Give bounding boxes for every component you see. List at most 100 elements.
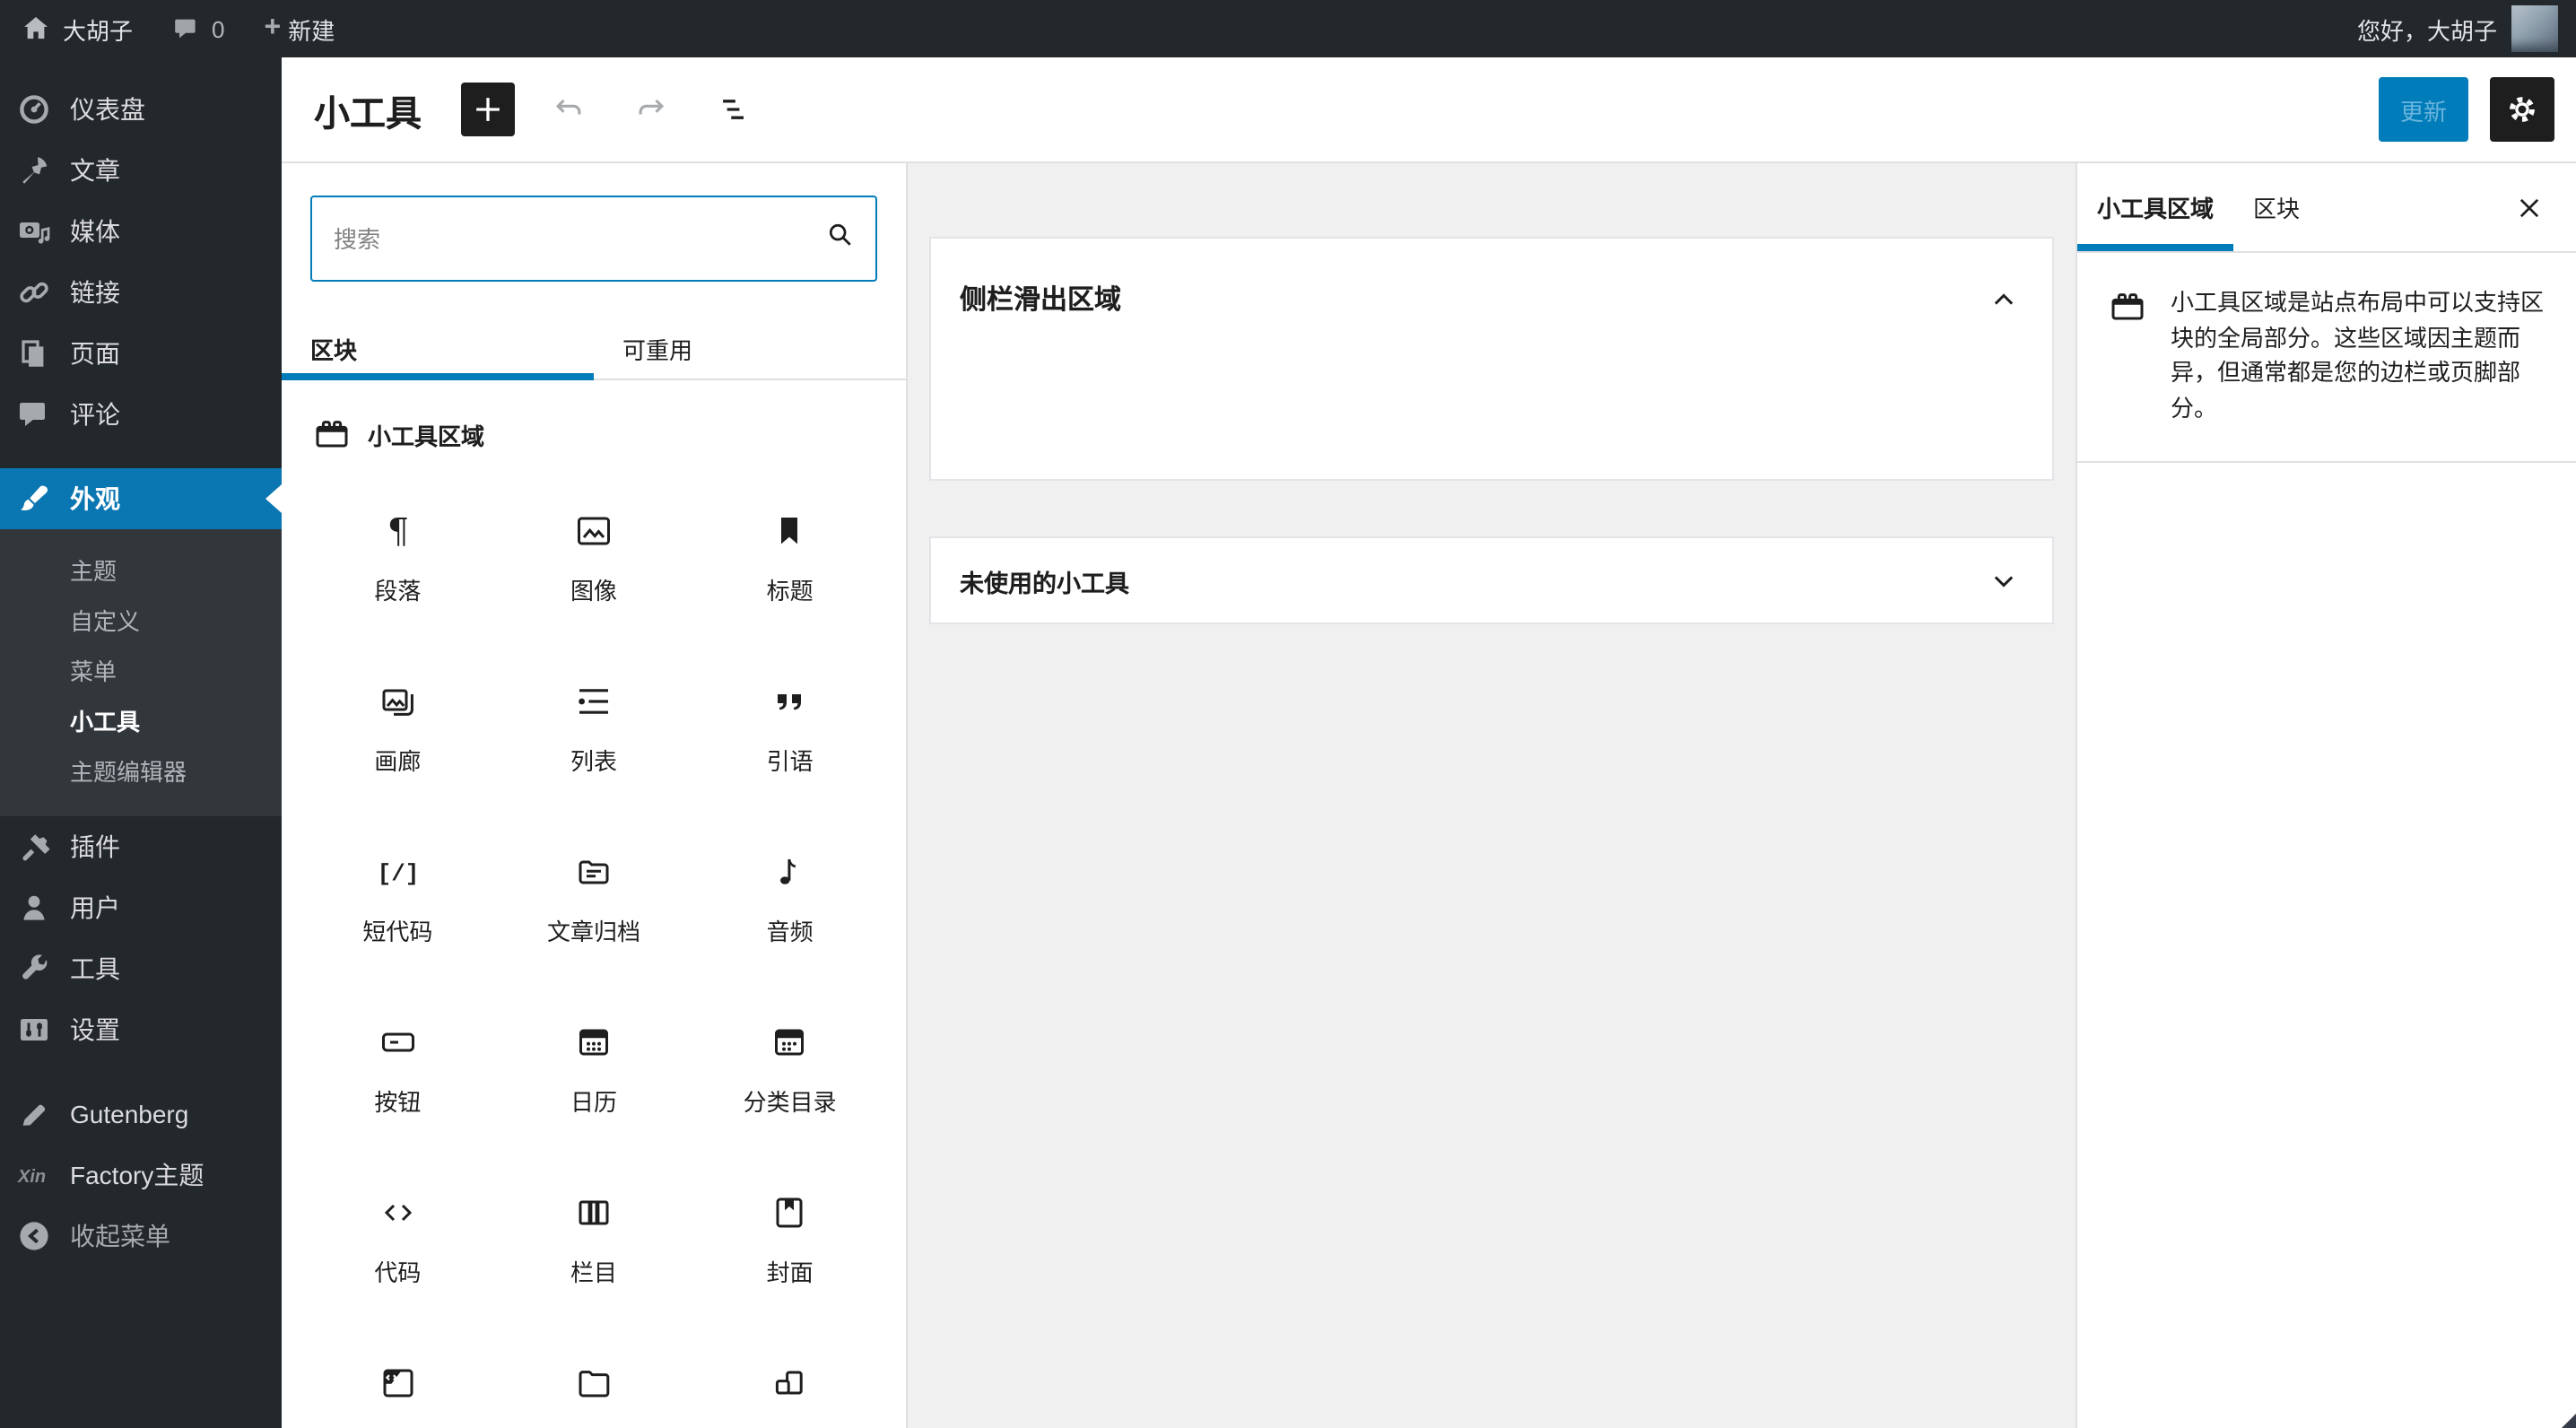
editor-canvas: 侧栏滑出区域 未使用的小工具 bbox=[908, 163, 2076, 1428]
paintbrush-icon bbox=[16, 481, 52, 517]
widget-area-panel-inactive[interactable]: 未使用的小工具 bbox=[929, 536, 2054, 624]
inserter-section-title: 小工具区域 bbox=[368, 422, 485, 449]
tab-reusable[interactable]: 可重用 bbox=[594, 318, 906, 379]
plugin-icon bbox=[16, 829, 52, 865]
tab-blocks[interactable]: 区块 bbox=[282, 318, 594, 380]
block-item-group[interactable] bbox=[692, 1319, 888, 1428]
dashboard-icon bbox=[16, 91, 52, 127]
user-icon bbox=[16, 890, 52, 926]
collapse-panel-button[interactable] bbox=[1984, 280, 2023, 319]
widget-area-panel-sidebar-slideout[interactable]: 侧栏滑出区域 bbox=[929, 237, 2054, 481]
group-icon bbox=[769, 1362, 812, 1405]
sidebar-item-plugins[interactable]: 插件 bbox=[0, 816, 282, 877]
close-icon bbox=[2519, 197, 2539, 217]
block-item-list[interactable]: 列表 bbox=[496, 637, 692, 807]
audio-note-icon bbox=[769, 850, 812, 893]
sidebar-item-pages[interactable]: 页面 bbox=[0, 323, 282, 384]
search-input[interactable] bbox=[310, 196, 877, 282]
undo-button[interactable] bbox=[540, 81, 597, 138]
wrench-icon bbox=[16, 951, 52, 987]
sidebar-item-users[interactable]: 用户 bbox=[0, 877, 282, 938]
redo-button[interactable] bbox=[622, 81, 680, 138]
block-item-file[interactable] bbox=[496, 1319, 692, 1428]
block-item-gallery[interactable]: 画廊 bbox=[300, 637, 496, 807]
comments-count: 0 bbox=[212, 15, 225, 42]
sidebar-item-links[interactable]: 链接 bbox=[0, 262, 282, 323]
block-item-label: 文章归档 bbox=[546, 919, 640, 945]
pages-icon bbox=[16, 335, 52, 371]
submenu-item-themes[interactable]: 主题 bbox=[0, 547, 282, 597]
submenu-item-menus[interactable]: 菜单 bbox=[0, 648, 282, 698]
block-item-heading[interactable]: 标题 bbox=[692, 466, 888, 637]
block-item-label: 列表 bbox=[570, 748, 617, 775]
block-item-audio[interactable]: 音频 bbox=[692, 807, 888, 978]
sidebar-item-comments[interactable]: 评论 bbox=[0, 384, 282, 445]
block-item-label: 按钮 bbox=[374, 1089, 422, 1116]
sidebar-item-posts[interactable]: 文章 bbox=[0, 140, 282, 201]
collapse-menu-button[interactable]: 收起菜单 bbox=[0, 1206, 282, 1267]
block-item-quote[interactable]: 引语 bbox=[692, 637, 888, 807]
block-item-label: 引语 bbox=[766, 748, 814, 775]
chevron-up-icon bbox=[1994, 293, 2014, 305]
archives-icon bbox=[572, 850, 615, 893]
block-inserter-panel: 区块 可重用 小工具区域 ¶ 段落 图像 bbox=[282, 163, 908, 1428]
admin-bar-new[interactable]: + 新建 bbox=[245, 0, 355, 57]
tab-block[interactable]: 区块 bbox=[2233, 163, 2319, 251]
active-menu-arrow bbox=[265, 484, 282, 513]
custom-html-icon bbox=[376, 1362, 419, 1405]
redo-icon bbox=[639, 99, 665, 115]
sidebar-item-media[interactable]: 媒体 bbox=[0, 201, 282, 262]
folder-icon bbox=[572, 1362, 615, 1405]
sidebar-item-appearance[interactable]: 外观 bbox=[0, 468, 282, 529]
svg-text:¶: ¶ bbox=[387, 511, 408, 551]
admin-bar-comments[interactable]: 0 bbox=[152, 0, 244, 57]
block-item-custom-html[interactable] bbox=[300, 1319, 496, 1428]
block-item-label: 图像 bbox=[570, 578, 617, 605]
svg-text:Xin: Xin bbox=[17, 1167, 46, 1187]
list-view-button[interactable] bbox=[705, 81, 762, 138]
menu-separator bbox=[0, 445, 282, 468]
block-item-label: 封面 bbox=[766, 1259, 814, 1286]
block-item-button[interactable]: 按钮 bbox=[300, 978, 496, 1148]
sidebar-item-gutenberg[interactable]: Gutenberg bbox=[0, 1084, 282, 1145]
xin-logo: Xin bbox=[16, 1157, 52, 1193]
block-item-paragraph[interactable]: ¶ 段落 bbox=[300, 466, 496, 637]
widget-area-title: 未使用的小工具 bbox=[960, 570, 1129, 596]
submenu-item-theme-editor[interactable]: 主题编辑器 bbox=[0, 748, 282, 798]
block-item-calendar[interactable]: 日历 bbox=[496, 978, 692, 1148]
widgets-editor: 小工具 更新 搜索 区块 可重用 小工具区域 ¶ 段落 图像 标题 画廊 列表 … bbox=[282, 57, 2576, 1428]
list-icon bbox=[572, 680, 615, 723]
tab-widget-area[interactable]: 小工具区域 bbox=[2077, 163, 2234, 251]
submenu-item-widgets[interactable]: 小工具 bbox=[0, 698, 282, 748]
close-sidebar-button[interactable] bbox=[2497, 175, 2562, 239]
sidebar-item-tools[interactable]: 工具 bbox=[0, 938, 282, 999]
sidebar-item-xin-factory[interactable]: Xin Factory主题 bbox=[0, 1145, 282, 1206]
admin-bar-account[interactable]: 您好，大胡子 bbox=[2339, 0, 2576, 57]
button-block-icon bbox=[376, 1021, 419, 1064]
editor-header: 小工具 更新 bbox=[282, 57, 2576, 163]
block-item-cover[interactable]: 封面 bbox=[692, 1148, 888, 1319]
sidebar-item-dashboard[interactable]: 仪表盘 bbox=[0, 79, 282, 140]
site-name: 大胡子 bbox=[63, 17, 134, 44]
block-item-label: 分类目录 bbox=[743, 1089, 837, 1116]
sidebar-item-settings[interactable]: 设置 bbox=[0, 999, 282, 1060]
block-item-categories[interactable]: 分类目录 bbox=[692, 978, 888, 1148]
block-item-columns[interactable]: 栏目 bbox=[496, 1148, 692, 1319]
plus-icon: + bbox=[264, 13, 282, 43]
settings-sidebar: 小工具区域 区块 小工具区域是站点布局中可以支持区块的全局部分。这些区域因主题而… bbox=[2076, 163, 2576, 1428]
block-item-archives[interactable]: 文章归档 bbox=[496, 807, 692, 978]
update-button[interactable]: 更新 bbox=[2378, 77, 2468, 142]
block-item-code[interactable]: 代码 bbox=[300, 1148, 496, 1319]
image-icon bbox=[572, 509, 615, 553]
submenu-item-customize[interactable]: 自定义 bbox=[0, 597, 282, 648]
appearance-submenu: 主题 自定义 菜单 小工具 主题编辑器 bbox=[0, 529, 282, 816]
block-item-image[interactable]: 图像 bbox=[496, 466, 692, 637]
window-resize-corner bbox=[2562, 1414, 2576, 1428]
quote-icon bbox=[769, 680, 812, 723]
block-inserter-toggle-button[interactable] bbox=[461, 83, 515, 136]
settings-button[interactable] bbox=[2490, 77, 2554, 142]
block-item-shortcode[interactable]: [/] 短代码 bbox=[300, 807, 496, 978]
admin-bar-site[interactable]: 大胡子 bbox=[0, 0, 152, 57]
expand-panel-button[interactable] bbox=[1984, 561, 2023, 600]
avatar bbox=[2511, 5, 2558, 52]
